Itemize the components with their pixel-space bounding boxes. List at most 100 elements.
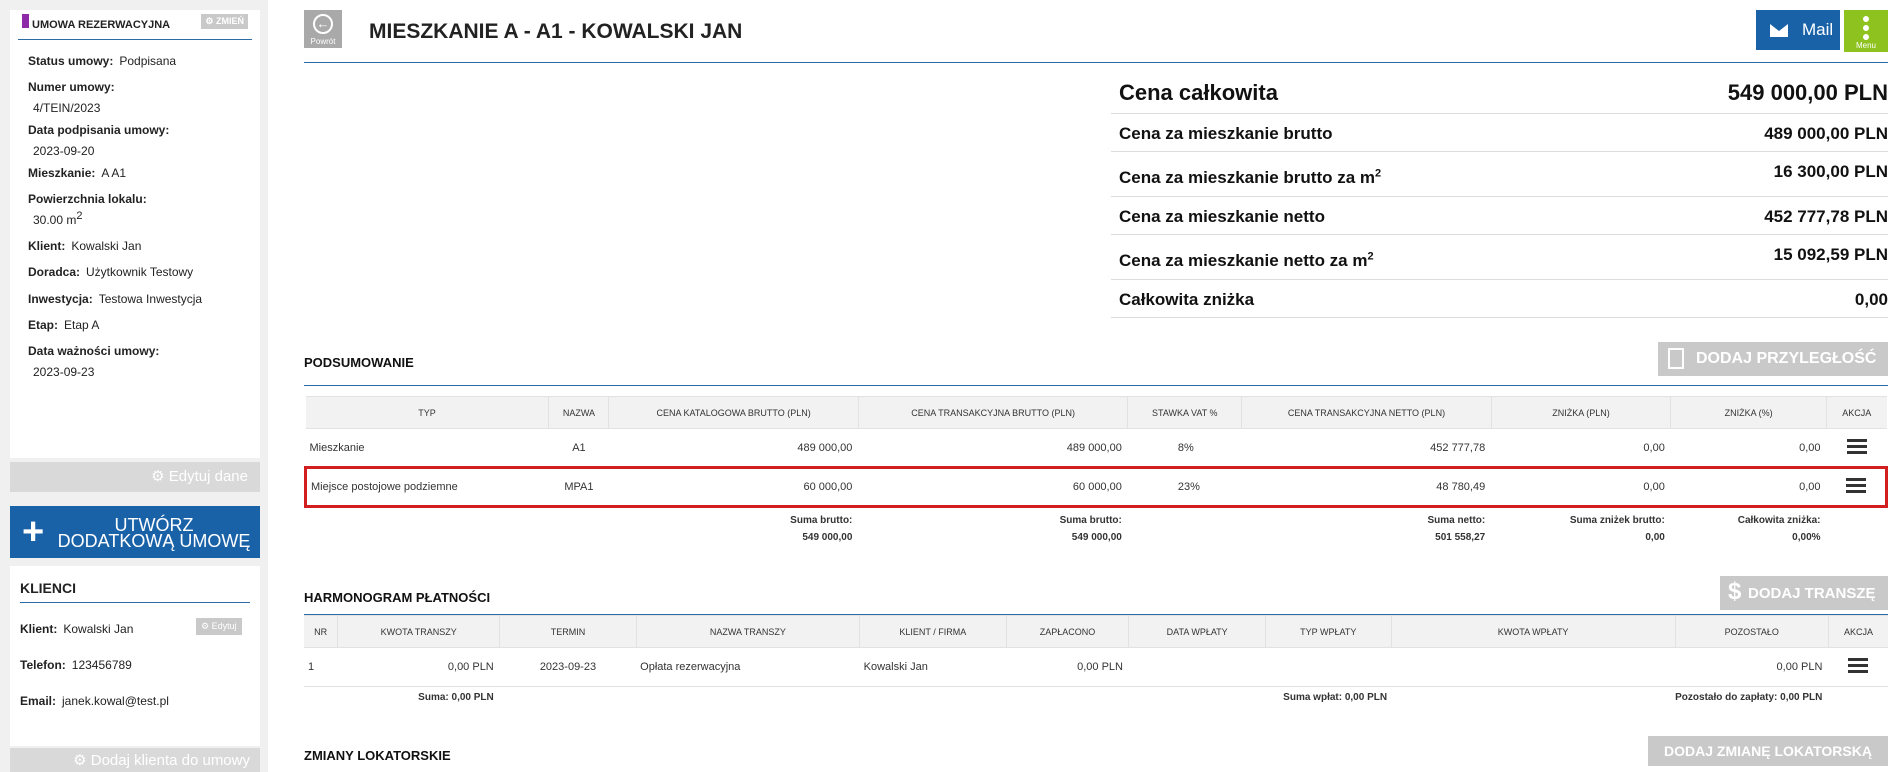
price-row-gross-m2: Cena za mieszkanie brutto za m2 16 300,0… bbox=[1111, 152, 1888, 197]
page-title: MIESZKANIE A - A1 - KOWALSKI JAN bbox=[369, 20, 743, 43]
gear-icon: ⚙ bbox=[151, 468, 165, 485]
clients-divider bbox=[20, 602, 250, 603]
net-price-value: 452 777,78 PLN bbox=[1764, 207, 1888, 226]
number-label: Numer umowy: bbox=[28, 80, 115, 94]
gear-icon: ⚙ bbox=[201, 621, 210, 631]
total-price-label: Cena całkowita bbox=[1119, 80, 1278, 105]
apartment-field: Mieszkanie: A A1 bbox=[28, 166, 126, 180]
col-pay-amount: KWOTA WPŁATY bbox=[1391, 615, 1676, 648]
clients-card: KLIENCI Klient: Kowalski Jan ⚙ Edytuj Tel… bbox=[10, 566, 260, 746]
schedule-totals-row: Suma: 0,00 PLN Suma wpłat: 0,00 PLN Pozo… bbox=[304, 687, 1888, 709]
main-content: ← Powrót MIESZKANIE A - A1 - KOWALSKI JA… bbox=[268, 0, 1898, 772]
client-field: Klient: Kowalski Jan bbox=[28, 239, 141, 253]
net-m2-label: Cena za mieszkanie netto za m2 bbox=[1119, 250, 1374, 270]
create-additional-label: UTWÓRZ DODATKOWĄ UMOWĘ bbox=[57, 515, 251, 551]
schedule-sum-payments: Suma wpłat: 0,00 PLN bbox=[1283, 692, 1388, 704]
col-catalog-gross: CENA KATALOGOWA BRUTTO (PLN) bbox=[608, 396, 859, 429]
add-tenant-change-button[interactable]: DODAJ ZMIANĘ LOKATORSKĄ bbox=[1648, 736, 1888, 766]
table-row[interactable]: Mieszkanie A1 489 000,00 489 000,00 8% 4… bbox=[305, 428, 1887, 468]
menu-button[interactable]: Menu bbox=[1844, 10, 1888, 52]
cell-pay-type bbox=[1265, 647, 1392, 687]
edit-client-button[interactable]: ⚙ Edytuj bbox=[196, 618, 242, 635]
stage-label: Etap: bbox=[28, 318, 58, 332]
gross-m2-value: 16 300,00 PLN bbox=[1773, 162, 1888, 181]
col-name: NAZWA bbox=[548, 396, 610, 429]
sum-net: Suma netto: 501 558,27 bbox=[1427, 515, 1486, 543]
table-row[interactable]: 1 0,00 PLN 2023-09-23 Opłata rezerwacyjn… bbox=[304, 647, 1888, 687]
hamburger-menu-icon[interactable] bbox=[1848, 655, 1869, 676]
investment-value: Testowa Inwestycja bbox=[98, 292, 203, 306]
gross-price-label: Cena za mieszkanie brutto bbox=[1119, 124, 1333, 143]
cell-term: 2023-09-23 bbox=[499, 647, 637, 687]
add-client-button[interactable]: ⚙ Dodaj klienta do umowy bbox=[10, 748, 260, 772]
net-price-label: Cena za mieszkanie netto bbox=[1119, 207, 1325, 226]
cell-discount-pln: 0,00 bbox=[1491, 428, 1671, 468]
email-value[interactable]: janek.kowal@test.pl bbox=[62, 694, 169, 708]
col-type: TYP bbox=[305, 396, 550, 429]
col-amount: KWOTA TRANSZY bbox=[337, 615, 501, 648]
add-tranche-button[interactable]: $ DODAJ TRANSZĘ bbox=[1720, 576, 1888, 610]
add-tranche-label: DODAJ TRANSZĘ bbox=[1748, 585, 1876, 602]
edit-data-button[interactable]: ⚙ Edytuj dane bbox=[10, 462, 260, 492]
phone-field: Telefon: 123456789 bbox=[20, 658, 132, 672]
col-pay-type: TYP WPŁATY bbox=[1265, 615, 1392, 648]
hamburger-menu-icon[interactable] bbox=[1845, 475, 1866, 496]
cell-discount-pct: 0,00 bbox=[1670, 428, 1827, 468]
discount-label: Całkowita zniżka bbox=[1119, 290, 1255, 309]
gear-icon: ⚙ bbox=[73, 752, 87, 769]
price-summary: Cena całkowita 549 000,00 PLN Cena za mi… bbox=[1111, 74, 1888, 318]
create-additional-contract-button[interactable]: + UTWÓRZ DODATKOWĄ UMOWĘ bbox=[10, 506, 260, 558]
advisor-field: Doradca: Użytkownik Testowy bbox=[28, 265, 193, 279]
add-adjacent-label: DODAJ PRZYLEGŁOŚĆ bbox=[1696, 350, 1877, 367]
back-button[interactable]: ← Powrót bbox=[304, 10, 342, 48]
client-label: Klient: bbox=[28, 239, 66, 253]
col-discount-pct: ZNIŻKA (%) bbox=[1670, 396, 1828, 429]
col-tranche-name: NAZWA TRANSZY bbox=[636, 615, 861, 648]
cell-catalog-gross: 60 000,00 bbox=[608, 466, 859, 508]
sum-discounts: Suma zniżek brutto: 0,00 bbox=[1569, 515, 1665, 543]
envelope-icon bbox=[1770, 24, 1788, 37]
phone-value: 123456789 bbox=[71, 658, 132, 672]
col-pay-date: DATA WPŁATY bbox=[1128, 615, 1266, 648]
cell-type: Mieszkanie bbox=[305, 428, 549, 468]
mail-button[interactable]: Mail bbox=[1756, 10, 1840, 50]
sign-date-field: Data podpisania umowy: 2023-09-20 bbox=[28, 123, 175, 158]
validity-label: Data ważności umowy: bbox=[28, 344, 160, 358]
price-row-discount: Całkowita zniżka 0,00 bbox=[1111, 280, 1888, 318]
change-label: ZMIEŃ bbox=[216, 16, 244, 26]
schedule-remaining: Pozostało do zapłaty: 0,00 PLN bbox=[1675, 692, 1823, 704]
schedule-title: HARMONOGRAM PŁATNOŚCI bbox=[304, 590, 491, 605]
edit-data-label: Edytuj dane bbox=[168, 468, 248, 485]
apartment-value: A A1 bbox=[101, 166, 127, 180]
client-value: Kowalski Jan bbox=[71, 239, 142, 253]
advisor-label: Doradca: bbox=[28, 265, 81, 279]
summary-table: TYP NAZWA CENA KATALOGOWA BRUTTO (PLN) C… bbox=[303, 396, 1888, 547]
tenant-changes-title: ZMIANY LOKATORSKIE bbox=[304, 748, 451, 763]
change-contract-button[interactable]: ⚙ ZMIEŃ bbox=[201, 14, 248, 29]
contract-section-title: UMOWA REZERWACYJNA bbox=[32, 19, 171, 31]
apartment-label: Mieszkanie: bbox=[28, 166, 96, 180]
arrow-left-icon: ← bbox=[313, 14, 333, 34]
add-adjacent-button[interactable]: DODAJ PRZYLEGŁOŚĆ bbox=[1658, 342, 1888, 376]
cell-catalog-gross: 489 000,00 bbox=[608, 428, 859, 468]
gross-m2-label: Cena za mieszkanie brutto za m2 bbox=[1119, 167, 1382, 187]
discount-value: 0,00 bbox=[1854, 290, 1888, 309]
net-m2-value: 15 092,59 PLN bbox=[1773, 245, 1888, 264]
hamburger-menu-icon[interactable] bbox=[1846, 436, 1867, 457]
col-discount-pln: ZNIŻKA (PLN) bbox=[1491, 396, 1672, 429]
cell-pay-date bbox=[1128, 647, 1266, 687]
sum-catalog-gross: Suma brutto: 549 000,00 bbox=[790, 515, 853, 543]
cell-trans-gross: 60 000,00 bbox=[858, 466, 1128, 508]
cell-discount-pln: 0,00 bbox=[1491, 466, 1671, 508]
cell-nr: 1 bbox=[304, 647, 338, 687]
price-row-net-m2: Cena za mieszkanie netto za m2 15 092,59… bbox=[1111, 235, 1888, 280]
gross-price-value: 489 000,00 PLN bbox=[1764, 124, 1888, 143]
summary-divider bbox=[304, 385, 1888, 386]
email-label: Email: bbox=[20, 694, 57, 708]
sign-date-label: Data podpisania umowy: bbox=[28, 123, 170, 137]
stage-field: Etap: Etap A bbox=[28, 318, 99, 332]
cell-discount-pct: 0,00 bbox=[1670, 466, 1827, 508]
table-row[interactable]: Miejsce postojowe podziemne MPA1 60 000,… bbox=[303, 466, 1888, 508]
validity-value: 2023-09-23 bbox=[33, 365, 95, 379]
price-row-gross: Cena za mieszkanie brutto 489 000,00 PLN bbox=[1111, 114, 1888, 152]
